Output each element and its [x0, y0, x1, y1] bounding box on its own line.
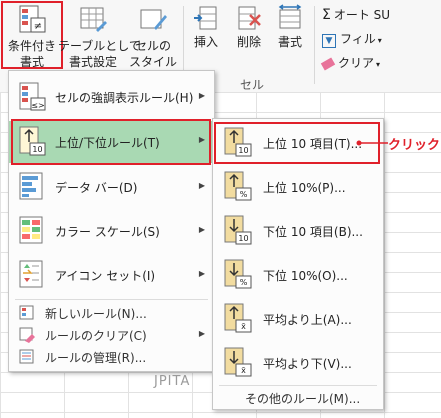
submenu-item-label: 下位 10%(O)... — [263, 269, 348, 283]
fill-down-icon: ▼ — [322, 34, 336, 48]
bottom-10-percent-icon: % — [224, 259, 252, 289]
below-average-icon: x̄ — [224, 347, 252, 377]
top-bottom-rules-selection-outline — [11, 119, 211, 165]
menu-item-label: アイコン セット(I) — [55, 269, 156, 283]
top-bottom-rules-submenu: 10 上位 10 項目(T)... % 上位 10%(P)... 10 下位 1… — [212, 118, 384, 410]
submenu-item-label: 下位 10 項目(B)... — [263, 225, 363, 239]
submenu-more-label: その他のルール(M)... — [245, 392, 361, 406]
insert-cells-icon — [194, 6, 217, 30]
menu-item-manage-rules[interactable]: ルールの管理(R)... — [9, 345, 214, 367]
table-format-icon — [80, 7, 107, 32]
color-scales-icon — [19, 216, 43, 244]
autosum-button[interactable]: Σ オート SU — [322, 6, 390, 23]
clear-label: クリア — [338, 56, 375, 70]
menu-item-highlight-cells-rules[interactable]: ≤> セルの強調表示ルール(H) ▶ — [9, 77, 214, 117]
delete-label: 削除 — [236, 35, 261, 49]
fill-label: フィル — [340, 32, 376, 46]
highlight-cells-rules-icon: ≤> — [19, 82, 46, 111]
delete-button[interactable]: 削除 — [227, 4, 271, 50]
chevron-right-icon: ▶ — [198, 329, 205, 338]
menu-item-new-rule[interactable]: 新しいルール(N)... — [9, 301, 214, 323]
menu-item-label: ルールの管理(R)... — [45, 351, 147, 365]
chevron-right-icon: ▶ — [198, 269, 205, 278]
chevron-right-icon: ▶ — [198, 91, 205, 100]
manage-rules-icon — [19, 349, 34, 364]
cells-group-label: セル — [240, 78, 265, 92]
submenu-badge: x̄ — [241, 322, 246, 331]
chevron-down-icon: ▾ — [377, 36, 382, 45]
icon-sets-icon — [19, 260, 43, 288]
format-as-table-button[interactable]: テーブルとして 書式設定 — [58, 4, 141, 70]
watermark: JPITA — [154, 374, 191, 389]
submenu-item-label: 平均より下(V)... — [263, 357, 352, 371]
new-rule-icon — [19, 305, 34, 320]
bottom-10-items-icon: 10 — [224, 215, 252, 245]
format-as-table-label: テーブルとして 書式設定 — [58, 39, 141, 69]
callout-pointer-line — [356, 140, 388, 146]
data-bars-icon — [19, 172, 43, 200]
chevron-right-icon: ▶ — [198, 225, 205, 234]
conditional-formatting-menu: ≤> セルの強調表示ルール(H) ▶ 10 上位/下位ルール(T) ▶ データ … — [8, 70, 215, 372]
eraser-icon — [320, 57, 336, 70]
group-separator — [314, 6, 315, 84]
submenu-item-label: 上位 10%(P)... — [263, 181, 346, 195]
insert-label: 挿入 — [193, 35, 218, 49]
submenu-item-bottom-10-items[interactable]: 10 下位 10 項目(B)... — [213, 211, 383, 251]
menu-item-icon-sets[interactable]: アイコン セット(I) ▶ — [9, 255, 214, 295]
menu-item-clear-rules[interactable]: ルールのクリア(C) ▶ — [9, 323, 214, 345]
above-average-icon: x̄ — [224, 303, 252, 333]
menu-item-label: セルの強調表示ルール(H) — [55, 91, 194, 105]
submenu-badge: x̄ — [241, 366, 246, 375]
menu-divider — [15, 299, 208, 300]
format-cells-icon — [278, 4, 302, 29]
submenu-badge: % — [240, 278, 248, 287]
chevron-right-icon: ▶ — [198, 181, 205, 190]
cell-styles-label: セルの スタイル — [128, 39, 177, 69]
menu-item-data-bars[interactable]: データ バー(D) ▶ — [9, 167, 214, 207]
autosum-label: オート SU — [333, 8, 391, 22]
chevron-down-icon: ▾ — [376, 60, 381, 69]
menu-item-label: データ バー(D) — [55, 181, 138, 195]
sigma-icon: Σ — [322, 7, 331, 23]
cell-styles-button[interactable]: セルの スタイル — [128, 4, 178, 70]
submenu-item-top-10-percent[interactable]: % 上位 10%(P)... — [213, 167, 383, 207]
submenu-item-above-average[interactable]: x̄ 平均より上(A)... — [213, 299, 383, 339]
clear-button[interactable]: クリア ▾ — [320, 54, 381, 71]
click-callout-label: クリック — [388, 138, 441, 153]
insert-button[interactable]: 挿入 — [186, 4, 226, 50]
format-label: 書式 — [277, 35, 302, 49]
cell-styles-icon — [140, 9, 167, 30]
clear-rules-icon — [19, 327, 35, 343]
submenu-badge: % — [240, 190, 248, 199]
menu-item-label: カラー スケール(S) — [55, 225, 160, 239]
menu-item-label: ルールのクリア(C) — [45, 329, 147, 343]
submenu-item-label: 平均より上(A)... — [263, 313, 352, 327]
submenu-divider — [219, 385, 377, 386]
submenu-item-bottom-10-percent[interactable]: % 下位 10%(O)... — [213, 255, 383, 295]
svg-text:≤>: ≤> — [31, 101, 44, 110]
submenu-item-below-average[interactable]: x̄ 平均より下(V)... — [213, 343, 383, 383]
menu-item-color-scales[interactable]: カラー スケール(S) ▶ — [9, 211, 214, 251]
delete-cells-icon — [238, 6, 261, 30]
submenu-item-more-rules[interactable]: その他のルール(M)... — [213, 387, 383, 407]
format-button[interactable]: 書式 — [270, 4, 310, 50]
fill-button[interactable]: ▼ フィル ▾ — [322, 30, 382, 48]
top-10-percent-icon: % — [224, 171, 252, 201]
submenu-badge: 10 — [238, 234, 248, 243]
menu-item-label: 新しいルール(N)... — [45, 307, 147, 321]
conditional-formatting-selection-outline — [1, 1, 63, 69]
